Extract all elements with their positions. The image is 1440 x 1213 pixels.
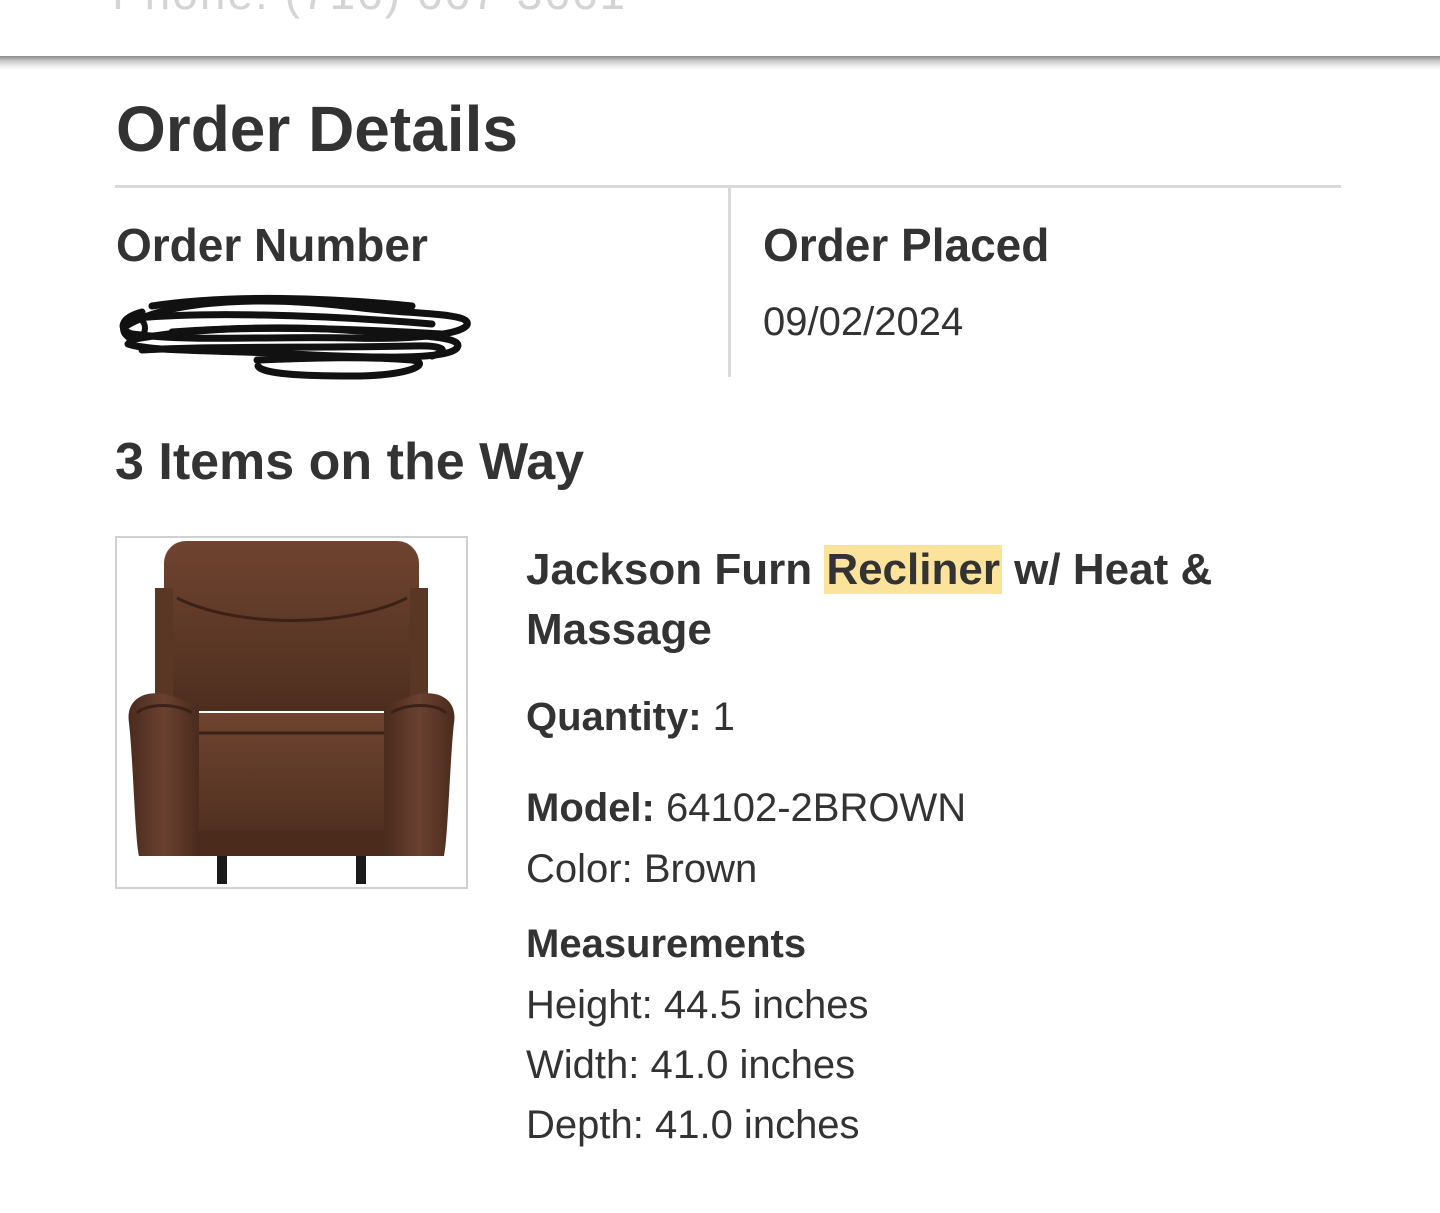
height-measurement: Height: 44.5 inches — [526, 983, 869, 1027]
items-on-the-way-heading: 3 Items on the Way — [115, 433, 585, 491]
recliner-chair-image — [128, 541, 455, 884]
order-number-label: Order Number — [116, 219, 428, 271]
store-phone-partial: Phone: (716) 667-3661 — [112, 0, 627, 20]
product-name-start: Jackson Furn — [526, 545, 825, 594]
column-divider — [728, 187, 731, 377]
model-value: 64102-2BROWN — [666, 786, 967, 830]
model-row: Model: 64102-2BROWN — [526, 786, 966, 831]
color-label: Color: — [526, 847, 633, 891]
product-image[interactable] — [115, 536, 468, 889]
depth-measurement: Depth: 41.0 inches — [526, 1103, 860, 1147]
redacted-order-number — [119, 294, 471, 380]
measurements-heading: Measurements — [526, 922, 807, 966]
search-highlight: Recliner — [824, 545, 1002, 594]
header-shadow — [0, 56, 1440, 70]
product-name[interactable]: Jackson Furn Recliner w/ Heat & Massage — [526, 540, 1326, 660]
top-header-strip: Phone: (716) 667-3661 — [0, 0, 1440, 58]
order-placed-label: Order Placed — [763, 219, 1050, 271]
color-row: Color: Brown — [526, 847, 757, 892]
quantity-value: 1 — [712, 695, 735, 739]
model-label: Model: — [526, 786, 655, 830]
color-value: Brown — [643, 847, 758, 891]
page-title: Order Details — [116, 93, 518, 165]
quantity-label: Quantity: — [526, 695, 702, 739]
order-placed-date: 09/02/2024 — [763, 300, 964, 344]
quantity-row: Quantity: 1 — [526, 695, 735, 740]
width-measurement: Width: 41.0 inches — [526, 1043, 856, 1087]
